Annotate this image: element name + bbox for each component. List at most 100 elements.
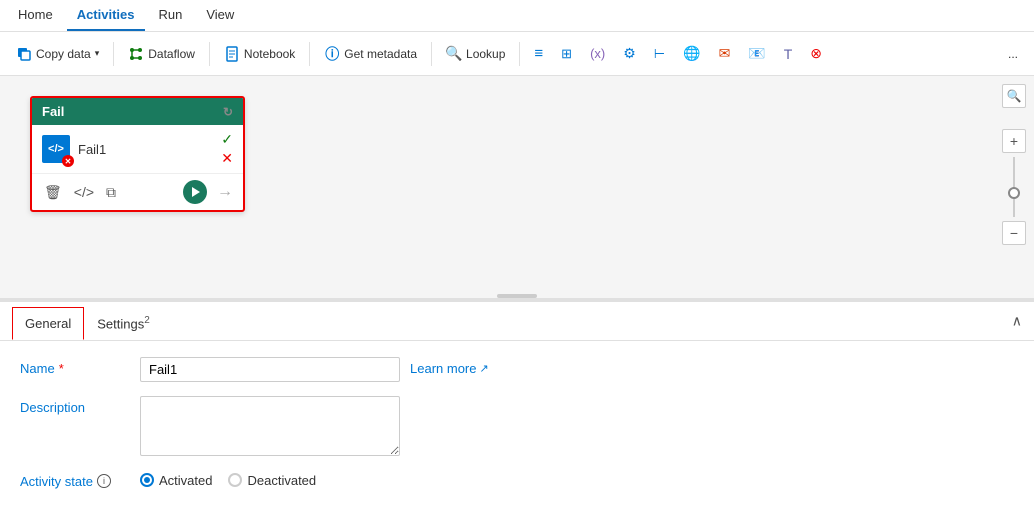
nav-activities[interactable]: Activities [67, 0, 145, 31]
notebook-button[interactable]: Notebook [216, 42, 303, 66]
card-activity-name[interactable]: Fail1 [78, 142, 213, 157]
activity-state-info-icon[interactable]: i [97, 474, 111, 488]
status-x-icon[interactable]: ✕ [221, 150, 233, 167]
dataflow-button[interactable]: Dataflow [120, 42, 203, 66]
filter-icon-button[interactable]: ≡ [526, 41, 551, 66]
dataflow-icon [128, 46, 144, 62]
copy-button[interactable]: ⧉ [104, 182, 118, 203]
top-nav: Home Activities Run View [0, 0, 1034, 32]
activated-label: Activated [159, 473, 212, 488]
activity-state-row: Activity state i Activated Deactivated [20, 470, 1014, 489]
canvas-search-button[interactable]: 🔍 [1002, 84, 1026, 108]
filter-icon: ≡ [534, 45, 543, 62]
teams-icon-button[interactable]: T [776, 42, 801, 66]
activated-option[interactable]: Activated [140, 473, 212, 488]
tab-settings-label: Settings [97, 316, 144, 331]
card-activity-icon: </> ✕ [42, 135, 70, 163]
card-actions: 🗑 </> ⧉ → [32, 174, 243, 210]
variable-icon: (x) [590, 46, 605, 61]
toolbar-divider-2 [209, 42, 210, 66]
name-required: * [59, 361, 64, 376]
more-button[interactable]: ... [1000, 43, 1026, 65]
toolbar-divider-5 [519, 42, 520, 66]
radio-group: Activated Deactivated [140, 470, 316, 488]
panel-tabs: General Settings2 ∧ [0, 302, 1034, 341]
error-badge: ✕ [62, 155, 74, 167]
get-metadata-button[interactable]: ⓘ Get metadata [316, 42, 425, 66]
teams-icon: T [784, 46, 793, 62]
nav-run[interactable]: Run [149, 0, 193, 31]
tab-general-label: General [25, 316, 71, 331]
zoom-track [1013, 157, 1015, 217]
notebook-label: Notebook [244, 47, 295, 61]
lookup-icon: 🔍 [446, 46, 462, 62]
search-icon: 🔍 [1007, 89, 1022, 103]
activated-radio[interactable] [140, 473, 154, 487]
card-status-icons: ✓ ✕ [221, 131, 233, 167]
name-input[interactable] [140, 357, 400, 382]
name-row: Name * Learn more ↗ [20, 357, 1014, 382]
go-arrow-icon [192, 187, 200, 197]
email-icon-button[interactable]: ✉ [711, 41, 739, 66]
name-label: Name * [20, 357, 140, 376]
table-icon-button[interactable]: ⊞ [553, 42, 580, 66]
settings-icon-button[interactable]: ⚙ [615, 41, 644, 66]
outlook-icon-button[interactable]: 📧 [740, 41, 773, 66]
nav-view[interactable]: View [196, 0, 244, 31]
copy-data-button[interactable]: Copy data ▾ [8, 42, 107, 66]
nav-home[interactable]: Home [8, 0, 63, 31]
tab-general[interactable]: General [12, 307, 84, 340]
description-label: Description [20, 396, 140, 415]
go-button[interactable] [183, 180, 207, 204]
table-icon: ⊞ [561, 46, 572, 62]
outlook-icon: 📧 [748, 45, 765, 62]
canvas-area: 🔍 Fail ↻ </> ✕ Fail1 ✓ ✕ 🗑 </> ⧉ → [0, 76, 1034, 298]
deactivated-option[interactable]: Deactivated [228, 473, 316, 488]
panel-collapse-button[interactable]: ∧ [1012, 312, 1022, 329]
zoom-thumb[interactable] [1008, 187, 1020, 199]
card-icon-text: </> [48, 143, 64, 155]
stack-icon: ⊗ [810, 45, 822, 62]
description-row: Description [20, 396, 1014, 456]
copy-data-icon [16, 46, 32, 62]
external-link-icon: ↗ [479, 362, 488, 375]
toolbar: Copy data ▾ Dataflow [0, 32, 1034, 76]
description-textarea[interactable] [140, 396, 400, 456]
pipeline-icon: ⊢ [654, 46, 665, 62]
card-header: Fail ↻ [32, 98, 243, 125]
stack-icon-button[interactable]: ⊗ [802, 41, 830, 66]
side-arrow-icon: → [217, 183, 233, 201]
status-check-icon[interactable]: ✓ [221, 131, 233, 148]
lookup-button[interactable]: 🔍 Lookup [438, 42, 513, 66]
deactivated-label: Deactivated [247, 473, 316, 488]
learn-more-label: Learn more [410, 361, 476, 376]
pipeline-icon-button[interactable]: ⊢ [646, 42, 673, 66]
delete-button[interactable]: 🗑 [42, 182, 64, 203]
zoom-in-button[interactable]: + [1002, 129, 1026, 153]
copy-data-dropdown-icon: ▾ [95, 48, 100, 59]
tab-settings[interactable]: Settings2 [84, 306, 163, 340]
code-button[interactable]: </> [72, 182, 96, 202]
zoom-controls: + − [1002, 129, 1026, 245]
refresh-icon[interactable]: ↻ [223, 105, 233, 119]
more-icon: ... [1008, 47, 1018, 61]
toolbar-divider-3 [309, 42, 310, 66]
panel-resize-handle[interactable] [497, 294, 537, 298]
email-icon: ✉ [719, 45, 731, 62]
web-icon-button[interactable]: 🌐 [675, 41, 708, 66]
notebook-icon [224, 46, 240, 62]
learn-more-link[interactable]: Learn more ↗ [410, 357, 489, 376]
toolbar-divider-4 [431, 42, 432, 66]
activity-state-label: Activity state i [20, 470, 140, 489]
deactivated-radio[interactable] [228, 473, 242, 487]
card-body: </> ✕ Fail1 ✓ ✕ [32, 125, 243, 174]
get-metadata-label: Get metadata [344, 47, 417, 61]
bottom-panel: General Settings2 ∧ Name * Learn more ↗ … [0, 301, 1034, 523]
copy-data-label: Copy data [36, 47, 91, 61]
web-icon: 🌐 [683, 45, 700, 62]
toolbar-divider-1 [113, 42, 114, 66]
dataflow-label: Dataflow [148, 47, 195, 61]
form-area: Name * Learn more ↗ Description Activity… [0, 341, 1034, 519]
variable-icon-button[interactable]: (x) [582, 42, 613, 65]
zoom-out-button[interactable]: − [1002, 221, 1026, 245]
